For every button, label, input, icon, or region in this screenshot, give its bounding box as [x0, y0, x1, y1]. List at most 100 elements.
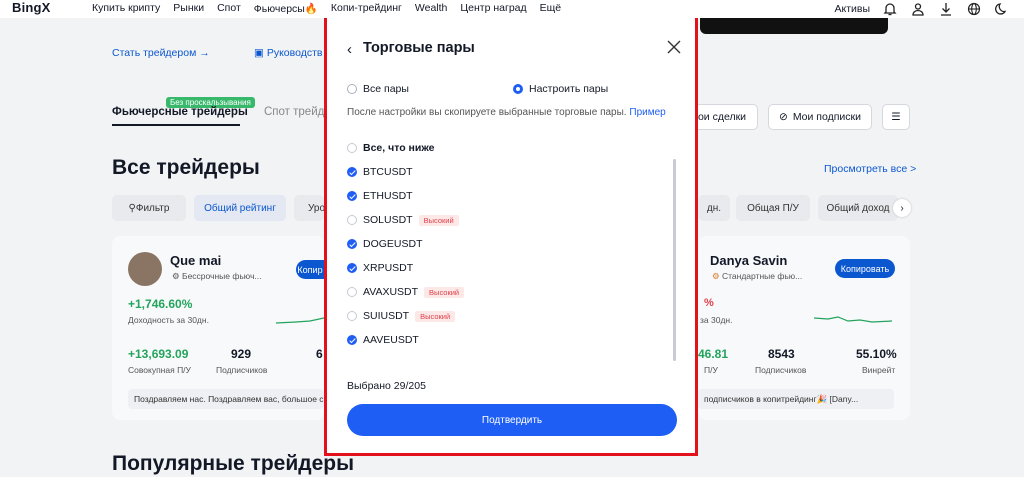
my-deals-label: ои сделки	[697, 111, 747, 123]
banner-strip	[700, 18, 888, 34]
menu-button[interactable]: ☰	[882, 104, 910, 130]
nav-menu: Купить крипту Рынки Спот Фьючерсы🔥 Копи-…	[92, 2, 574, 15]
pair-row[interactable]: XRPUSDT	[347, 261, 413, 275]
pair-checkbox[interactable]	[347, 311, 357, 321]
pair-checkbox[interactable]	[347, 239, 357, 249]
menu-icon: ☰	[891, 111, 901, 123]
pair-row[interactable]: AVAXUSDT Высокий	[347, 285, 465, 299]
trader-tier: ⚙ Бессрочные фьюч...	[172, 271, 262, 282]
back-arrow-icon[interactable]: ‹	[347, 41, 352, 58]
assets-link[interactable]: Активы	[834, 3, 870, 15]
become-trader-link[interactable]: Стать трейдером →	[112, 47, 210, 59]
pair-checkbox[interactable]	[347, 335, 357, 345]
bell-icon[interactable]	[882, 1, 898, 17]
tier-label-right: Стандартные фью...	[721, 271, 803, 281]
subscribers-label-right: Подписчиков	[755, 365, 807, 375]
nav-rewards[interactable]: Центр наград	[460, 2, 526, 15]
filter-button[interactable]: ⚲ Фильтр	[112, 195, 186, 221]
bingx-logo[interactable]: BingX	[12, 0, 51, 15]
roi-label: Доходность за 30дн.	[128, 315, 209, 325]
pnl-label: Совокупная П/У	[128, 365, 191, 375]
radio-custom-pairs-label[interactable]: Настроить пары	[529, 83, 608, 95]
winrate-value: 55.10%	[856, 347, 897, 361]
trader-tier-right: ⚙ Стандартные фью...	[712, 271, 802, 282]
note-text: После настройки вы скопируете выбранные …	[347, 107, 627, 118]
pair-row[interactable]: AAVEUSDT	[347, 333, 419, 347]
nav-spot[interactable]: Спот	[217, 2, 241, 15]
pair-row[interactable]: BTCUSDT	[347, 165, 413, 179]
modal-title: Торговые пары	[363, 40, 475, 56]
total-income-chip[interactable]: Общий доход	[818, 195, 898, 221]
radio-all-pairs[interactable]	[347, 84, 357, 94]
pair-row[interactable]: DOGEUSDT	[347, 237, 423, 251]
doc-icon: ▣	[254, 47, 267, 59]
see-all-link[interactable]: Просмотреть все >	[824, 163, 916, 175]
tab-spot-traders[interactable]: Спот трейд	[264, 106, 324, 118]
pair-checkbox[interactable]	[347, 263, 357, 273]
trader-message: Поздравляем нас. Поздравляем вас, большо…	[128, 389, 324, 409]
pair-checkbox[interactable]	[347, 287, 357, 297]
top-nav: BingX Купить крипту Рынки Спот Фьючерсы🔥…	[0, 0, 1024, 18]
chevron-right-icon[interactable]: ›	[893, 199, 911, 217]
roi-label-right: за 30дн.	[700, 315, 733, 325]
popular-traders-title: Популярные трейдеры	[112, 452, 355, 475]
scrollbar[interactable]	[673, 159, 676, 361]
tier-label: Бессрочные фьюч...	[181, 271, 262, 281]
all-traders-title: Все трейдеры	[112, 156, 260, 179]
example-link[interactable]: Пример	[629, 107, 665, 118]
total-pnl-chip[interactable]: Общая П/У	[736, 195, 810, 221]
nav-copy-trading[interactable]: Копи-трейдинг	[331, 2, 402, 15]
pair-checkbox[interactable]	[347, 191, 357, 201]
select-all-label: Все, что ниже	[363, 142, 435, 154]
pnl-value-right: 46.81	[698, 347, 729, 361]
select-all-checkbox[interactable]	[347, 143, 357, 153]
pair-label: ETHUSDT	[363, 190, 413, 202]
trader-name[interactable]: Que mai	[170, 253, 221, 268]
confirm-button[interactable]: Подтвердить	[347, 404, 677, 436]
guide-label: Руководств	[266, 47, 323, 59]
tier-icon: ⚙	[172, 271, 182, 281]
roi-value: +1,746.60%	[128, 297, 193, 311]
copy-button-right[interactable]: Копировать	[835, 259, 895, 278]
copy-button-left[interactable]: Копир	[296, 260, 324, 279]
close-icon[interactable]	[667, 40, 681, 59]
nav-markets[interactable]: Рынки	[173, 2, 204, 15]
days-chip[interactable]: дн.	[698, 195, 730, 221]
nav-wealth[interactable]: Wealth	[415, 2, 448, 15]
risk-badge: Высокий	[424, 286, 465, 298]
radio-custom-pairs[interactable]	[513, 84, 523, 94]
avatar	[128, 252, 162, 286]
pair-label: SOLUSDT	[363, 214, 413, 226]
trader-name-right[interactable]: Danya Savin	[710, 253, 787, 268]
pair-label: BTCUSDT	[363, 166, 413, 178]
my-subscriptions-label: Мои подписки	[792, 111, 861, 123]
dark-mode-icon[interactable]	[994, 1, 1010, 17]
tab-futures-traders[interactable]: Фьючерсные трейдеры	[112, 106, 248, 118]
pair-row[interactable]: ETHUSDT	[347, 189, 413, 203]
pair-row[interactable]: SOLUSDT Высокий	[347, 213, 459, 227]
select-all-row[interactable]: Все, что ниже	[347, 141, 434, 155]
partial-stat: 6	[316, 347, 323, 361]
winrate-label: Винрейт	[862, 365, 896, 375]
filter-label: Фильтр	[135, 202, 170, 214]
selected-count: Выбрано 29/205	[347, 380, 426, 392]
download-icon[interactable]	[938, 1, 954, 17]
level-chip[interactable]: Уро	[294, 195, 325, 221]
guide-link[interactable]: ▣ Руководств	[254, 47, 322, 59]
nav-futures[interactable]: Фьючерсы🔥	[254, 2, 318, 15]
pair-checkbox[interactable]	[347, 167, 357, 177]
active-tab-underline	[112, 124, 240, 126]
risk-badge: Высокий	[415, 310, 456, 322]
overall-rating-chip[interactable]: Общий рейтинг	[194, 195, 286, 221]
user-icon[interactable]	[910, 1, 926, 17]
radio-all-pairs-label[interactable]: Все пары	[363, 83, 409, 95]
subscribers-value-right: 8543	[768, 347, 795, 361]
globe-icon[interactable]	[966, 1, 982, 17]
my-subscriptions-button[interactable]: ⊘ Мои подписки	[768, 104, 872, 130]
nav-buy-crypto[interactable]: Купить крипту	[92, 2, 160, 15]
pair-checkbox[interactable]	[347, 215, 357, 225]
modal-highlight-frame: ‹ Торговые пары Все пары Настроить пары …	[324, 15, 698, 456]
roi-sparkline-right	[814, 316, 892, 323]
nav-more[interactable]: Ещё	[540, 2, 561, 15]
pair-row[interactable]: SUIUSDT Высокий	[347, 309, 456, 323]
